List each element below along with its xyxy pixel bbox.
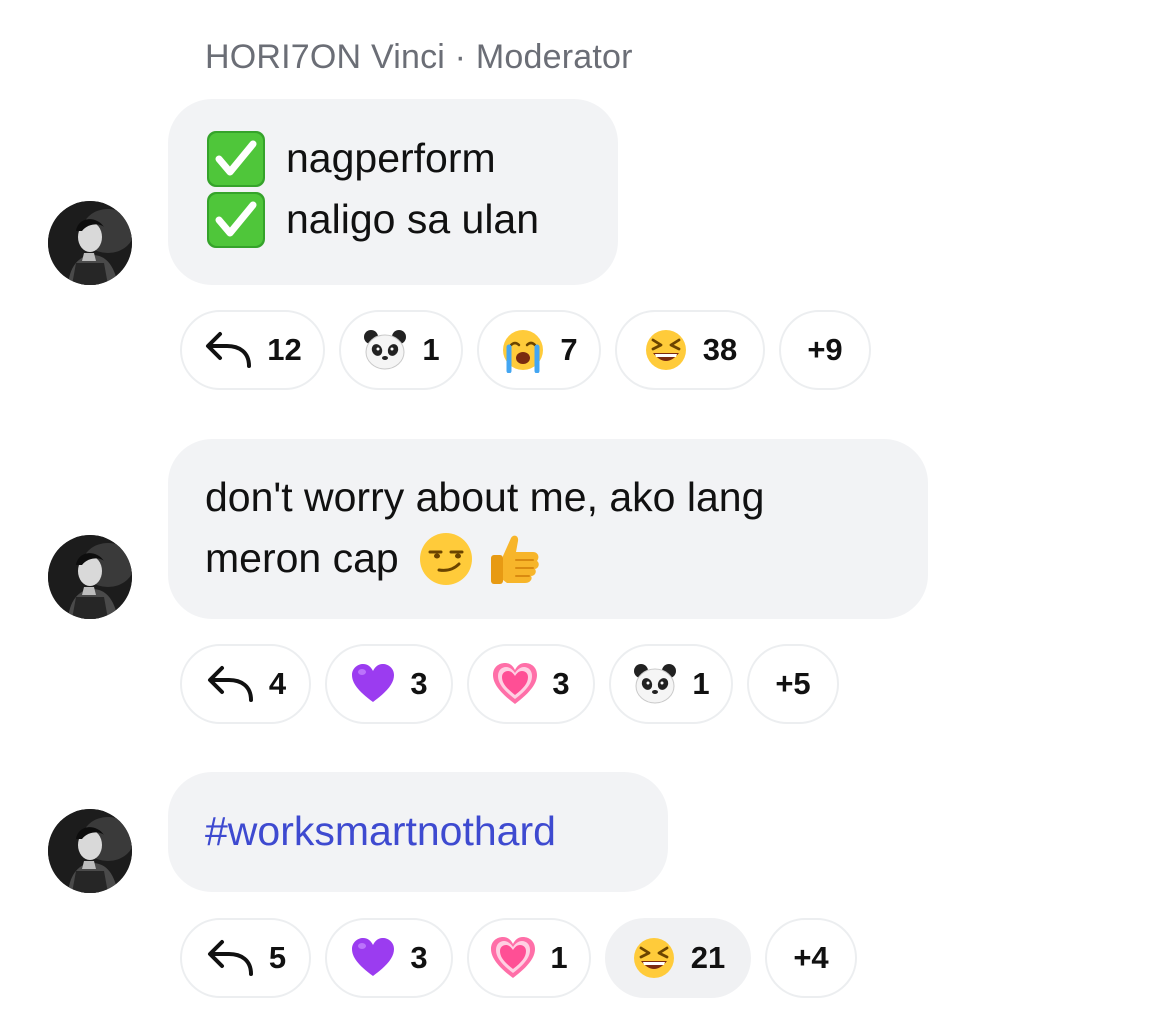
avatar[interactable] bbox=[48, 809, 132, 893]
avatar[interactable] bbox=[48, 535, 132, 619]
reaction-growing-heart[interactable]: 1 bbox=[467, 918, 591, 998]
reaction-count: 3 bbox=[410, 666, 428, 701]
reaction-crying[interactable]: 7 bbox=[477, 310, 601, 390]
more-reactions-button[interactable]: +9 bbox=[779, 310, 871, 390]
thumbs-up-emoji-icon bbox=[485, 530, 543, 588]
reaction-count: 7 bbox=[560, 332, 578, 367]
reaction-count: 1 bbox=[550, 940, 568, 975]
growing-heart-emoji-icon bbox=[492, 661, 538, 707]
more-reactions-count: +5 bbox=[775, 666, 811, 701]
reaction-bar: 12 1 7 38 +9 bbox=[180, 310, 871, 390]
reaction-count: 1 bbox=[422, 332, 440, 367]
smirking-face-emoji-icon bbox=[417, 530, 475, 588]
avatar-photo bbox=[48, 535, 132, 619]
panda-emoji-icon bbox=[632, 661, 678, 707]
check-mark-button-icon bbox=[206, 191, 266, 249]
reaction-count: 1 bbox=[692, 666, 710, 701]
hashtag-link[interactable]: #worksmartnothard bbox=[205, 801, 556, 862]
purple-heart-emoji-icon bbox=[350, 661, 396, 707]
grinning-squinting-face-emoji-icon bbox=[643, 327, 689, 373]
message-line: meron cap bbox=[205, 528, 928, 589]
message-line: naligo sa ulan bbox=[206, 189, 618, 250]
sender-name: HORI7ON Vinci · Moderator bbox=[205, 38, 633, 76]
reply-count-button[interactable]: 12 bbox=[180, 310, 325, 390]
message-bubble[interactable]: #worksmartnothard bbox=[168, 772, 668, 892]
more-reactions-count: +4 bbox=[793, 940, 829, 975]
reply-count: 12 bbox=[267, 332, 302, 367]
avatar-photo bbox=[48, 809, 132, 893]
reaction-laughing[interactable]: 21 bbox=[605, 918, 751, 998]
message-text: meron cap bbox=[205, 535, 399, 581]
reply-arrow-icon bbox=[205, 664, 255, 704]
reaction-panda[interactable]: 1 bbox=[609, 644, 733, 724]
growing-heart-emoji-icon bbox=[490, 935, 536, 981]
message-text: nagperform bbox=[286, 135, 496, 181]
reaction-growing-heart[interactable]: 3 bbox=[467, 644, 595, 724]
reply-count: 4 bbox=[268, 666, 287, 701]
reply-count-button[interactable]: 4 bbox=[180, 644, 311, 724]
message-bubble[interactable]: don't worry about me, ako lang meron cap bbox=[168, 439, 928, 619]
check-mark-button-icon bbox=[206, 130, 266, 188]
reaction-purple-heart[interactable]: 3 bbox=[325, 918, 453, 998]
message-text: don't worry about me, ako lang bbox=[205, 474, 765, 520]
reply-count-button[interactable]: 5 bbox=[180, 918, 311, 998]
panda-emoji-icon bbox=[362, 327, 408, 373]
message-line: nagperform bbox=[206, 128, 618, 189]
loudly-crying-face-emoji-icon bbox=[500, 327, 546, 373]
reply-arrow-icon bbox=[203, 330, 253, 370]
reaction-count: 3 bbox=[410, 940, 428, 975]
avatar[interactable] bbox=[48, 201, 132, 285]
reaction-panda[interactable]: 1 bbox=[339, 310, 463, 390]
reply-arrow-icon bbox=[205, 938, 255, 978]
more-reactions-count: +9 bbox=[807, 332, 843, 367]
reaction-laughing[interactable]: 38 bbox=[615, 310, 765, 390]
reply-count: 5 bbox=[268, 940, 287, 975]
more-reactions-button[interactable]: +4 bbox=[765, 918, 857, 998]
reaction-purple-heart[interactable]: 3 bbox=[325, 644, 453, 724]
reaction-count: 21 bbox=[690, 940, 726, 975]
avatar-photo bbox=[48, 201, 132, 285]
reaction-bar: 5 3 1 21 +4 bbox=[180, 918, 857, 998]
more-reactions-button[interactable]: +5 bbox=[747, 644, 839, 724]
message-line: don't worry about me, ako lang bbox=[205, 467, 928, 528]
purple-heart-emoji-icon bbox=[350, 935, 396, 981]
message-line: #worksmartnothard bbox=[205, 801, 668, 862]
reaction-count: 38 bbox=[702, 332, 738, 367]
message-text: naligo sa ulan bbox=[286, 196, 540, 242]
grinning-squinting-face-emoji-icon bbox=[631, 935, 677, 981]
reaction-bar: 4 3 3 1 +5 bbox=[180, 644, 839, 724]
message-bubble[interactable]: nagperform naligo sa ulan bbox=[168, 99, 618, 285]
reaction-count: 3 bbox=[552, 666, 570, 701]
